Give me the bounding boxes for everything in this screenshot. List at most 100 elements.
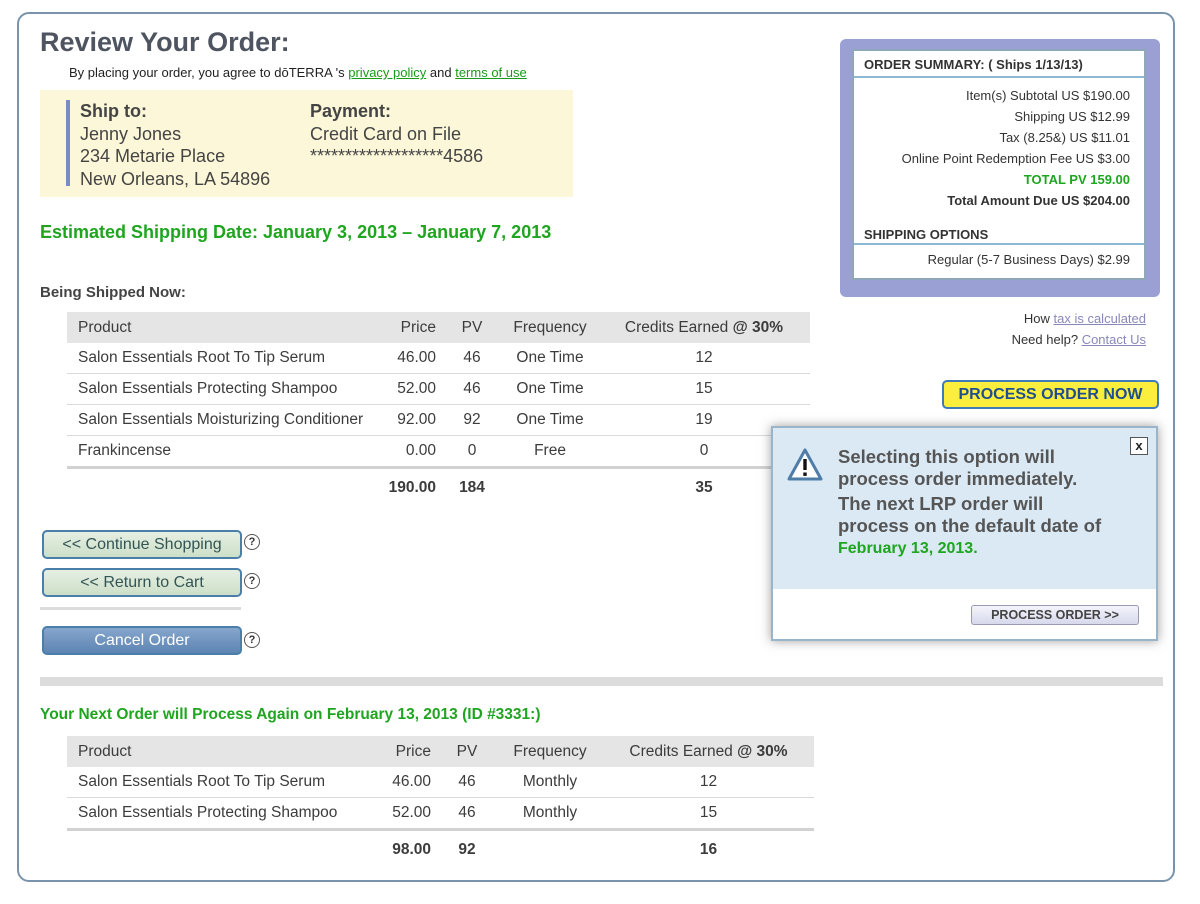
section-divider (40, 677, 1163, 686)
row-pv: 46 (442, 343, 502, 374)
close-button[interactable]: x (1130, 437, 1148, 455)
row-pv: 0 (442, 435, 502, 468)
table-row: Frankincense 0.00 0 Free 0 (67, 435, 810, 468)
shipping-options-heading: SHIPPING OPTIONS (864, 227, 989, 242)
totals-row: 190.00 184 35 (67, 466, 810, 507)
popup-date: February 13, 2013. (838, 540, 978, 557)
col-credits: Credits Earned @ 30% (598, 312, 810, 343)
divider (854, 243, 1144, 245)
row-price: 46.00 (377, 343, 442, 374)
total-price: 98.00 (372, 828, 437, 869)
col-product: Product (67, 312, 377, 343)
tax-info-prefix: How (1023, 311, 1054, 326)
row-credits: 12 (598, 343, 810, 374)
table-header-row: Product Price PV Frequency Credits Earne… (67, 312, 810, 343)
summary-shipping: Shipping US $12.99 (1014, 109, 1130, 124)
continue-shopping-button[interactable]: << Continue Shopping (42, 530, 242, 559)
row-frequency: One Time (502, 343, 598, 374)
row-pv: 46 (437, 767, 497, 798)
process-order-now-button[interactable]: PROCESS ORDER NOW (942, 380, 1159, 409)
totals-label (67, 828, 372, 869)
ship-to-street: 234 Metarie Place (80, 146, 226, 166)
summary-total-pv: TOTAL PV 159.00 (1023, 172, 1130, 187)
process-order-button[interactable]: PROCESS ORDER >> (971, 605, 1139, 625)
cancel-order-button[interactable]: Cancel Order (42, 626, 242, 655)
help-icon[interactable]: ? (244, 573, 260, 589)
col-pv: PV (437, 736, 497, 767)
col-pv: PV (442, 312, 502, 343)
help-icon[interactable]: ? (244, 632, 260, 648)
col-credits-label: Credits Earned (629, 742, 733, 760)
summary-total-due: Total Amount Due US $204.00 (947, 193, 1130, 208)
return-to-cart-button[interactable]: << Return to Cart (42, 568, 242, 597)
row-product: Salon Essentials Protecting Shampoo (67, 797, 372, 830)
privacy-policy-link[interactable]: privacy policy (348, 65, 426, 80)
col-price: Price (377, 312, 442, 343)
tax-info-line: How tax is calculated (1024, 311, 1146, 326)
total-credits: 16 (603, 828, 814, 869)
col-credits-label: Credits Earned (624, 318, 729, 336)
table-row: Salon Essentials Root To Tip Serum 46.00… (67, 343, 810, 374)
row-pv: 46 (437, 797, 497, 830)
row-product: Salon Essentials Moisturizing Conditione… (67, 404, 377, 436)
confirmation-popup: x Selecting this option will process ord… (771, 426, 1158, 641)
agreement-text: By placing your order, you agree to dōTE… (69, 65, 527, 80)
row-pv: 92 (442, 404, 502, 436)
row-product: Salon Essentials Protecting Shampoo (67, 373, 377, 405)
table-row: Salon Essentials Protecting Shampoo 52.0… (67, 797, 814, 830)
card-number: *******************4586 (310, 146, 484, 166)
ship-to-city: New Orleans, LA 54896 (80, 168, 271, 189)
warning-icon (787, 448, 823, 481)
row-product: Frankincense (67, 435, 377, 468)
divider (854, 76, 1144, 78)
being-shipped-table: Product Price PV Frequency Credits Earne… (67, 312, 810, 507)
estimated-shipping-date: Estimated Shipping Date: January 3, 2013… (40, 222, 552, 242)
row-frequency: Monthly (497, 797, 603, 830)
totals-row: 98.00 92 16 (67, 828, 814, 869)
next-order-heading: Your Next Order will Process Again on Fe… (40, 706, 541, 723)
terms-of-use-link[interactable]: terms of use (455, 65, 527, 80)
next-order-table: Product Price PV Frequency Credits Earne… (67, 736, 814, 869)
payment-heading: Payment: (310, 101, 392, 121)
row-frequency: One Time (502, 404, 598, 436)
col-credits-rate: @ 30% (737, 742, 788, 760)
col-credits-rate: @ 30% (732, 318, 784, 336)
row-credits: 15 (598, 373, 810, 405)
totals-label (67, 466, 377, 507)
order-summary-heading: ORDER SUMMARY: ( Ships 1/13/13) (864, 57, 1083, 72)
table-row: Salon Essentials Protecting Shampoo 52.0… (67, 373, 810, 405)
row-price: 46.00 (372, 767, 437, 798)
divider (40, 607, 241, 610)
totals-frequency (497, 828, 603, 869)
summary-subtotal: Item(s) Subtotal US $190.00 (965, 88, 1130, 103)
row-pv: 46 (442, 373, 502, 405)
shipping-option[interactable]: Regular (5-7 Business Days) $2.99 (928, 252, 1130, 267)
order-summary-panel: ORDER SUMMARY: ( Ships 1/13/13) Item(s) … (840, 39, 1160, 297)
row-frequency: Monthly (497, 767, 603, 798)
tax-calculated-link[interactable]: tax is calculated (1054, 311, 1147, 326)
summary-redemption-fee: Online Point Redemption Fee US $3.00 (901, 151, 1130, 166)
agreement-prefix: By placing your order, you agree to dōTE… (69, 65, 349, 80)
col-price: Price (372, 736, 437, 767)
total-pv: 184 (442, 466, 502, 507)
order-summary-box: ORDER SUMMARY: ( Ships 1/13/13) Item(s) … (852, 49, 1146, 280)
ship-to-name: Jenny Jones (80, 123, 182, 144)
col-frequency: Frequency (497, 736, 603, 767)
row-price: 0.00 (377, 435, 442, 468)
row-price: 92.00 (377, 404, 442, 436)
table-row: Salon Essentials Moisturizing Conditione… (67, 404, 810, 436)
row-product: Salon Essentials Root To Tip Serum (67, 343, 377, 374)
payment-method: Credit Card on File (310, 123, 462, 144)
col-credits: Credits Earned @ 30% (603, 736, 814, 767)
popup-line-3: The next LRP order will (838, 493, 1044, 514)
col-frequency: Frequency (502, 312, 598, 343)
summary-tax: Tax (8.25&) US $11.01 (999, 130, 1130, 145)
contact-us-link[interactable]: Contact Us (1082, 332, 1146, 347)
table-row: Salon Essentials Root To Tip Serum 46.00… (67, 767, 814, 798)
help-icon[interactable]: ? (244, 534, 260, 550)
row-price: 52.00 (372, 797, 437, 830)
popup-line-1: Selecting this option will (838, 446, 1055, 467)
row-price: 52.00 (377, 373, 442, 405)
table-header-row: Product Price PV Frequency Credits Earne… (67, 736, 814, 767)
help-prefix: Need help? (1011, 332, 1082, 347)
